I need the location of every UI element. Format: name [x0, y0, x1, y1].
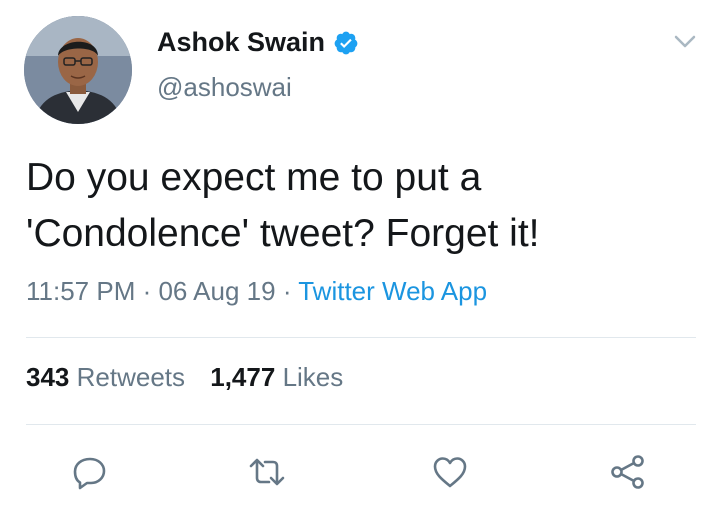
retweet-icon[interactable]	[247, 452, 287, 492]
verified-badge-icon	[334, 31, 358, 54]
tweet-stats: 343 Retweets 1,477 Likes	[26, 362, 361, 393]
divider	[26, 424, 696, 425]
tweet-text: Do you expect me to put a 'Condolence' t…	[26, 150, 686, 262]
author-name[interactable]: Ashok Swain	[157, 27, 359, 58]
chevron-down-icon[interactable]	[670, 26, 700, 56]
tweet-text-line: 'Condolence' tweet? Forget it!	[26, 212, 540, 255]
likes-label: Likes	[282, 362, 344, 392]
like-icon[interactable]	[430, 452, 470, 492]
author-handle[interactable]: @ashoswai	[157, 72, 292, 103]
reply-icon[interactable]	[70, 452, 110, 492]
retweets-label: Retweets	[76, 362, 186, 392]
retweets-count: 343	[26, 362, 70, 392]
tweet-time[interactable]: 11:57 PM	[26, 276, 135, 306]
author-name-text[interactable]: Ashok Swain	[157, 27, 325, 58]
meta-separator: ·	[275, 276, 299, 306]
likes-stat[interactable]: 1,477 Likes	[210, 362, 343, 393]
likes-count: 1,477	[210, 362, 276, 392]
meta-separator: ·	[135, 276, 159, 306]
tweet-source[interactable]: Twitter Web App	[298, 276, 487, 306]
avatar[interactable]	[24, 16, 132, 124]
tweet-date[interactable]: 06 Aug 19	[158, 276, 275, 306]
tweet-text-line: Do you expect me to put a	[26, 156, 482, 199]
tweet-meta: 11:57 PM · 06 Aug 19 · Twitter Web App	[26, 276, 487, 307]
share-icon[interactable]	[608, 452, 648, 492]
retweets-stat[interactable]: 343 Retweets	[26, 362, 185, 393]
tweet-card: Ashok Swain @ashoswai Do you expect me t…	[0, 0, 719, 511]
divider	[26, 337, 696, 338]
avatar-photo	[24, 16, 132, 124]
